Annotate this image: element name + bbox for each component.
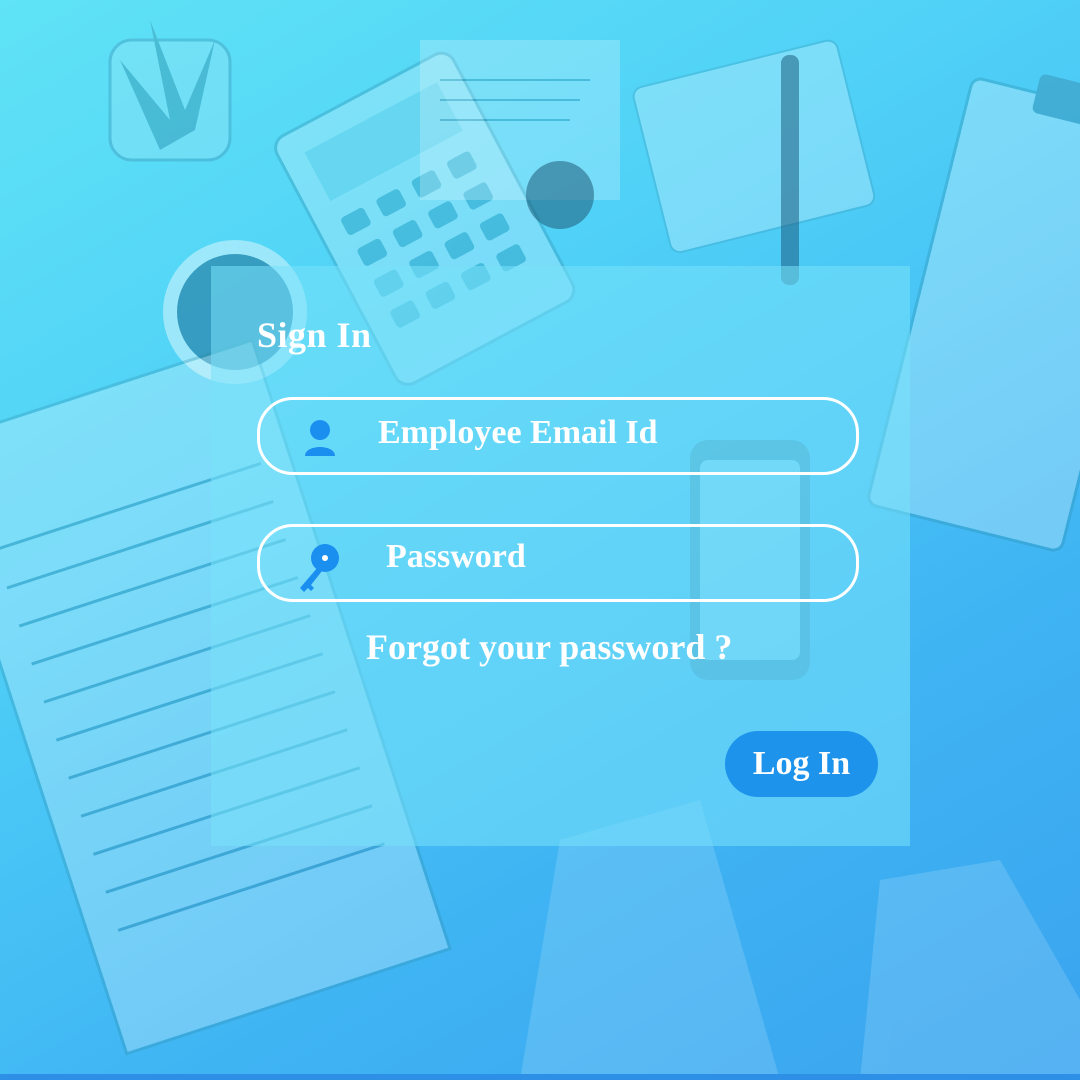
cashbook-decoration [632, 39, 876, 254]
user-icon [305, 420, 335, 456]
email-placeholder: Employee Email Id [378, 414, 658, 451]
key-icon [300, 544, 339, 592]
email-field[interactable]: Employee Email Id [257, 397, 859, 475]
forgot-password-link[interactable]: Forgot your password ? [366, 626, 732, 668]
page-title: Sign In [257, 315, 372, 355]
login-button[interactable]: Log In [725, 731, 878, 797]
pen-decoration [781, 55, 799, 285]
sign-in-panel: Sign In Employee Email Id Password Forgo… [211, 266, 910, 846]
password-placeholder: Password [386, 538, 526, 575]
bottom-divider [0, 1074, 1080, 1080]
password-field[interactable]: Password [257, 524, 859, 602]
plant-decoration [108, 20, 232, 162]
stamp-decoration [526, 161, 594, 229]
notes-decoration [420, 40, 620, 200]
